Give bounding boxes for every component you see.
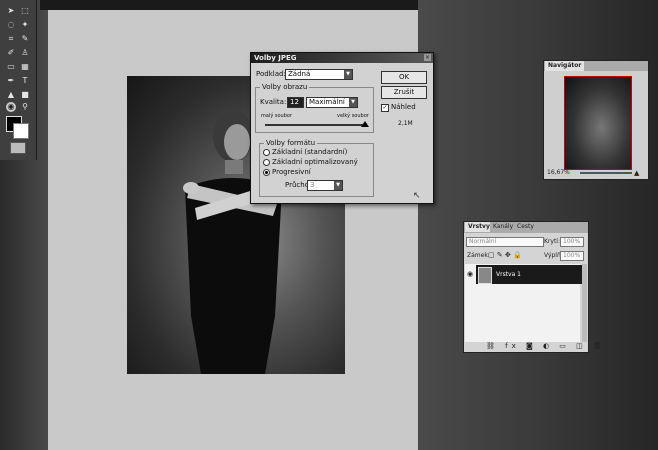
layer-name: Vrstva 1 xyxy=(496,271,522,278)
scans-value: 3 xyxy=(310,181,315,189)
tab-navigator[interactable]: Navigátor xyxy=(545,61,585,71)
path-select-icon[interactable]: ▲ xyxy=(6,90,16,100)
close-icon[interactable]: × xyxy=(424,54,431,61)
quality-input[interactable]: 12 xyxy=(287,97,304,108)
chevron-down-icon: ▼ xyxy=(344,70,352,79)
quick-mask-icon[interactable] xyxy=(10,142,26,154)
image-options-group xyxy=(255,87,374,133)
layer-actions-bar[interactable]: ⛓ fx ◙ ◐ ▭ ◫ 🗑 xyxy=(486,342,606,350)
pen-tool-icon[interactable]: ✒ xyxy=(6,76,16,86)
quality-label: Kvalita: xyxy=(260,98,287,106)
small-file-label: malý soubor xyxy=(261,113,292,119)
lock-label: Zámek: xyxy=(467,252,490,259)
layer-thumbnail xyxy=(478,267,492,284)
tab-channels[interactable]: Kanály xyxy=(490,222,517,232)
brush-tool-icon[interactable]: ✐ xyxy=(6,48,16,58)
navigator-panel: Navigátor 16,67% ▲ xyxy=(543,60,649,180)
preview-checkbox[interactable]: ✓ xyxy=(381,104,389,112)
matte-value: Žádná xyxy=(288,70,311,78)
lock-icons[interactable]: ▢ ✎ ✥ 🔒 xyxy=(488,251,522,259)
move-tool-icon[interactable]: ➤ xyxy=(6,6,16,16)
quality-preset-select[interactable]: Maximální ▼ xyxy=(306,97,358,108)
gradient-tool-icon[interactable]: ▦ xyxy=(20,62,30,72)
eye-icon[interactable]: ◉ xyxy=(467,270,473,278)
preview-label: Náhled xyxy=(391,103,416,111)
baseline-standard-label: Základní (standardní) xyxy=(272,148,348,156)
ok-button[interactable]: OK xyxy=(381,71,427,84)
file-size-readout: 2,1M xyxy=(398,120,413,127)
crop-tool-icon[interactable]: ⌗ xyxy=(6,34,16,44)
zoom-slider[interactable] xyxy=(580,172,632,174)
baseline-standard-radio[interactable] xyxy=(263,149,270,156)
scans-select[interactable]: 3 ▼ xyxy=(307,180,343,191)
text-tool-icon[interactable]: T xyxy=(20,76,30,86)
background-color-swatch[interactable] xyxy=(13,123,29,139)
mouse-cursor-icon: ↖ xyxy=(413,191,421,201)
matte-select[interactable]: Žádná ▼ xyxy=(285,69,353,80)
baseline-optimized-radio[interactable] xyxy=(263,159,270,166)
blend-mode-select[interactable]: Normální xyxy=(466,237,544,247)
tab-layers[interactable]: Vrstvy xyxy=(465,222,493,232)
cancel-button[interactable]: Zrušit xyxy=(381,86,427,99)
slice-tool-icon[interactable]: ✎ xyxy=(20,34,30,44)
chevron-down-icon: ▼ xyxy=(334,181,342,190)
zoom-tool-icon[interactable]: ⚲ xyxy=(20,102,30,112)
matte-label: Podklad: xyxy=(256,70,286,78)
quality-slider-track[interactable] xyxy=(265,124,365,126)
large-file-label: velký soubor xyxy=(337,113,369,119)
eyedropper-icon[interactable]: ◉ xyxy=(6,102,16,112)
navigator-preview[interactable] xyxy=(564,76,632,170)
shape-tool-icon[interactable]: ■ xyxy=(20,90,30,100)
layers-scrollbar[interactable] xyxy=(582,264,587,342)
opacity-input[interactable]: 100% xyxy=(560,237,584,247)
lasso-tool-icon[interactable]: ◌ xyxy=(6,20,16,30)
progressive-label: Progresivní xyxy=(272,168,311,176)
jpeg-options-dialog: Volby JPEG × Podklad: Žádná ▼ Volby obra… xyxy=(250,52,434,204)
tools-panel: ➤ ⬚ ◌ ✦ ⌗ ✎ ✐ ♙ ▭ ▦ ✒ T ▲ ■ ◉ ⚲ xyxy=(0,0,37,160)
progressive-radio[interactable] xyxy=(263,169,270,176)
tab-paths[interactable]: Cesty xyxy=(514,222,537,232)
opacity-label: Krytí: xyxy=(544,238,560,245)
zoom-in-icon[interactable]: ▲ xyxy=(634,169,639,177)
navigator-zoom-readout[interactable]: 16,67% xyxy=(547,169,570,176)
menu-strip xyxy=(40,0,432,10)
fill-input[interactable]: 100% xyxy=(560,251,584,261)
stamp-tool-icon[interactable]: ♙ xyxy=(20,48,30,58)
layers-panel: Vrstvy Kanály Cesty Normální Krytí: 100%… xyxy=(463,221,602,353)
eraser-tool-icon[interactable]: ▭ xyxy=(6,62,16,72)
quality-slider-thumb[interactable] xyxy=(361,121,369,127)
chevron-down-icon: ▼ xyxy=(349,98,357,107)
quality-preset-value: Maximální xyxy=(309,98,345,106)
layer-row[interactable]: Vrstva 1 xyxy=(476,265,586,284)
magic-wand-icon[interactable]: ✦ xyxy=(20,20,30,30)
image-options-label: Volby obrazu xyxy=(260,83,310,91)
format-options-label: Volby formátu xyxy=(264,139,318,147)
dialog-title: Volby JPEG xyxy=(251,53,433,63)
baseline-optimized-label: Základní optimalizovaný xyxy=(272,158,358,166)
marquee-tool-icon[interactable]: ⬚ xyxy=(20,6,30,16)
